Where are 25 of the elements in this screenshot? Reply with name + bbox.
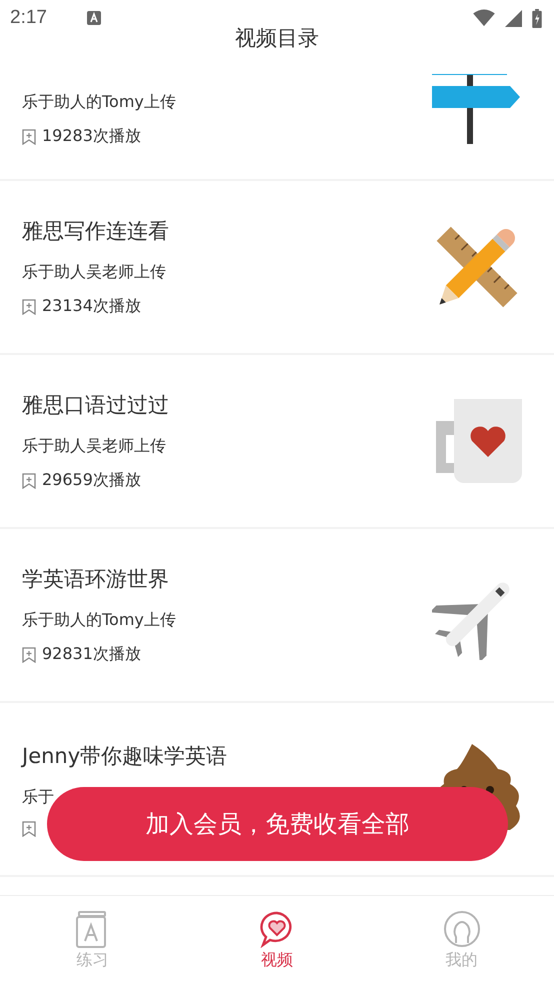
video-title[interactable]: Jenny带你趣味学英语 xyxy=(22,742,228,770)
nav-tab[interactable]: 视频 xyxy=(184,896,370,984)
person-icon xyxy=(442,910,481,948)
bookmark-icon xyxy=(22,128,36,144)
play-count: 19283次播放 xyxy=(42,126,141,147)
status-time: 2:17 xyxy=(10,7,47,29)
page-title: 视频目录 xyxy=(235,25,319,52)
bookmark-icon xyxy=(22,472,36,488)
video-title[interactable]: 学英语环游世界 xyxy=(22,565,176,593)
signal-icon xyxy=(505,10,522,26)
play-count: 29659次播放 xyxy=(42,470,141,491)
play-count: 92831次播放 xyxy=(42,644,141,665)
uploader-text: 乐于助人吴老师上传 xyxy=(22,262,167,283)
video-title[interactable]: 雅思写作连连看 xyxy=(22,217,169,245)
uploader-text: 乐于助人的Tomy上传 xyxy=(22,610,176,631)
video-title[interactable]: 雅思口语过过过 xyxy=(22,391,169,419)
bookmark-icon xyxy=(22,298,36,314)
battery-icon xyxy=(532,8,542,28)
uploader-text: 乐于助人吴老师上传 xyxy=(22,436,167,457)
bookmark-icon xyxy=(22,820,36,836)
bookmark-icon xyxy=(22,646,36,662)
wifi-icon xyxy=(473,9,495,27)
keyboard-icon xyxy=(86,11,101,25)
play-count: 23134次播放 xyxy=(42,296,141,317)
uploader-text: 乐于助人的Tomy上传 xyxy=(22,92,176,113)
